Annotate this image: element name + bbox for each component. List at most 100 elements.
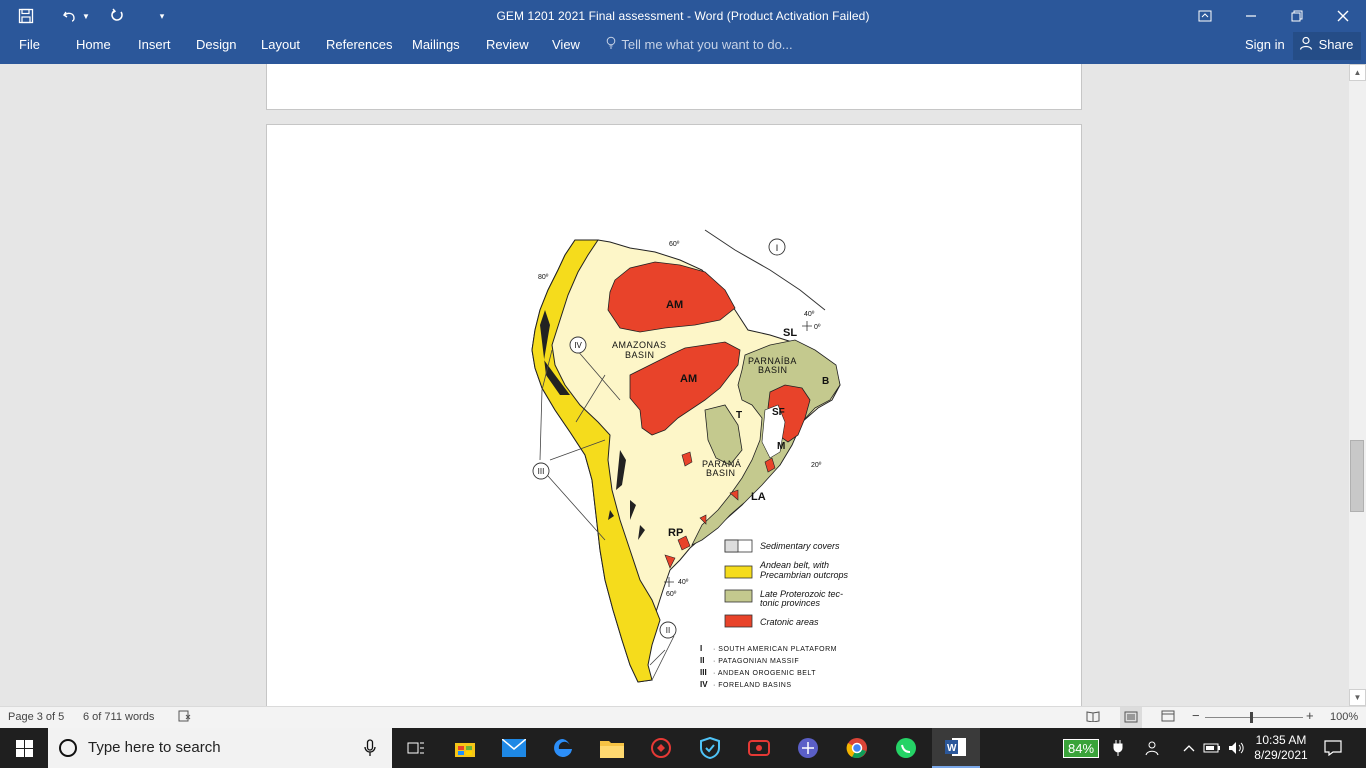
legend-label-2: tonic provinces [760, 598, 821, 608]
taskbar: Type here to search W 84% 10:35 AM 8/29/… [0, 728, 1366, 768]
label-sf: SF [772, 407, 785, 418]
person-icon [1299, 33, 1315, 59]
battery-status-icon[interactable] [1201, 728, 1223, 768]
label-b: B [822, 376, 829, 387]
label-20: 20º [811, 462, 822, 469]
minimize-icon[interactable] [1228, 0, 1274, 32]
legend-swatch [724, 614, 753, 628]
scroll-thumb[interactable] [1350, 440, 1364, 512]
label-amazonas: AMAZONAS [612, 340, 667, 350]
proofing-icon[interactable] [178, 710, 192, 725]
legend-label: Sedimentary covers [760, 541, 840, 551]
vertical-scrollbar[interactable]: ▲ ▼ [1349, 64, 1366, 706]
tell-me-label: Tell me what you want to do... [621, 37, 793, 52]
show-hidden-icons-chevron-icon[interactable] [1180, 728, 1198, 768]
volume-icon[interactable] [1225, 728, 1249, 768]
app-red-icon[interactable] [637, 728, 685, 768]
share-label: Share [1318, 37, 1354, 52]
file-explorer-icon[interactable] [588, 728, 636, 768]
key-text: · PATAGONIAN MASSIF [713, 658, 799, 665]
scroll-down-arrow-icon[interactable]: ▼ [1349, 689, 1366, 706]
restore-icon[interactable] [1274, 0, 1320, 32]
app-purple-icon[interactable] [784, 728, 832, 768]
zoom-in-icon[interactable]: + [1306, 708, 1314, 723]
status-bar: Page 3 of 5 6 of 711 words − + 100% [0, 706, 1366, 729]
label-80: 80º [538, 274, 549, 281]
legend-swatch [724, 565, 753, 579]
task-view-icon[interactable] [392, 728, 440, 768]
cortana-circle-icon [58, 738, 78, 763]
label-am-south: AM [680, 373, 697, 385]
legend-label: Cratonic areas [760, 617, 819, 627]
svg-text:W: W [947, 743, 957, 754]
store-icon[interactable] [441, 728, 489, 768]
taskbar-search-box[interactable]: Type here to search [48, 728, 392, 768]
notifications-icon[interactable] [1318, 728, 1348, 768]
zoom-slider[interactable] [1205, 717, 1303, 718]
read-mode-icon[interactable] [1086, 710, 1100, 725]
tab-home[interactable]: Home [76, 32, 111, 58]
title-bar: ▼ ▾ GEM 1201 2021 Final assessment - Wor… [0, 0, 1366, 32]
sign-in-link[interactable]: Sign in [1245, 32, 1285, 58]
word-app-icon[interactable]: W [932, 728, 980, 768]
ribbon-display-options-icon[interactable] [1182, 0, 1228, 32]
whatsapp-icon[interactable] [882, 728, 930, 768]
south-america-geology-map: AM AM AMAZONAS BASIN PARNAÍBA BASIN PARA… [531, 229, 849, 689]
page-count[interactable]: Page 3 of 5 [8, 711, 64, 723]
ribbon-tabs: File Home Insert Design Layout Reference… [0, 32, 1366, 64]
zoom-slider-thumb[interactable] [1250, 712, 1253, 723]
mail-icon[interactable] [490, 728, 538, 768]
label-40-south: 40º [678, 579, 689, 586]
label-roman-iii: III [538, 467, 545, 476]
label-am-north: AM [666, 299, 683, 311]
label-60-south: 60º [666, 591, 677, 598]
label-m: M [777, 441, 785, 452]
label-roman-i: I [776, 243, 779, 253]
battery-indicator[interactable]: 84% [1055, 728, 1107, 768]
tab-design[interactable]: Design [196, 32, 236, 58]
label-la: LA [751, 491, 766, 503]
label-t: T [736, 410, 742, 421]
video-app-icon[interactable] [735, 728, 783, 768]
close-icon[interactable] [1320, 0, 1366, 32]
label-amazonas-basin: BASIN [625, 350, 655, 360]
zoom-out-icon[interactable]: − [1192, 708, 1200, 723]
people-icon[interactable] [1140, 728, 1166, 768]
tab-layout[interactable]: Layout [261, 32, 300, 58]
windows-start-icon[interactable] [0, 728, 48, 768]
chrome-icon[interactable] [833, 728, 881, 768]
tab-references[interactable]: References [326, 32, 392, 58]
key-number: I [700, 644, 702, 653]
key-text: · FORELAND BASINS [713, 682, 792, 689]
tab-review[interactable]: Review [486, 32, 529, 58]
scroll-up-arrow-icon[interactable]: ▲ [1349, 64, 1366, 81]
map-key: I · SOUTH AMERICAN PLATAFORM II · PATAGO… [700, 644, 837, 689]
legend-swatch [724, 589, 753, 603]
clock[interactable]: 10:35 AM 8/29/2021 [1252, 728, 1310, 768]
label-60-top: 60º [669, 241, 680, 248]
label-sl: SL [783, 327, 797, 339]
tab-view[interactable]: View [552, 32, 580, 58]
battery-percent: 84% [1062, 738, 1100, 758]
microphone-icon[interactable] [364, 739, 376, 762]
map-legend: Sedimentary covers Andean belt, with Pre… [724, 539, 849, 628]
security-shield-icon[interactable] [686, 728, 734, 768]
taskbar-search-placeholder: Type here to search [88, 739, 221, 756]
tell-me-box[interactable]: Tell me what you want to do... [606, 32, 793, 58]
label-parnaiba-basin: BASIN [758, 365, 788, 375]
tab-mailings[interactable]: Mailings [412, 32, 460, 58]
word-count[interactable]: 6 of 711 words [83, 711, 154, 723]
share-button[interactable]: Share [1293, 32, 1362, 60]
key-text: · SOUTH AMERICAN PLATAFORM [713, 646, 837, 653]
tab-insert[interactable]: Insert [138, 32, 171, 58]
clock-time: 10:35 AM [1255, 733, 1307, 747]
tab-file[interactable]: File [19, 32, 40, 58]
web-layout-icon[interactable] [1161, 710, 1175, 725]
key-text: · ANDEAN OROGENIC BELT [713, 670, 816, 677]
page-previous [266, 64, 1082, 110]
zoom-level[interactable]: 100% [1330, 711, 1358, 723]
label-roman-iv: IV [574, 341, 582, 350]
print-layout-icon[interactable] [1120, 707, 1142, 728]
power-plug-icon[interactable] [1108, 728, 1128, 768]
edge-icon[interactable] [539, 728, 587, 768]
